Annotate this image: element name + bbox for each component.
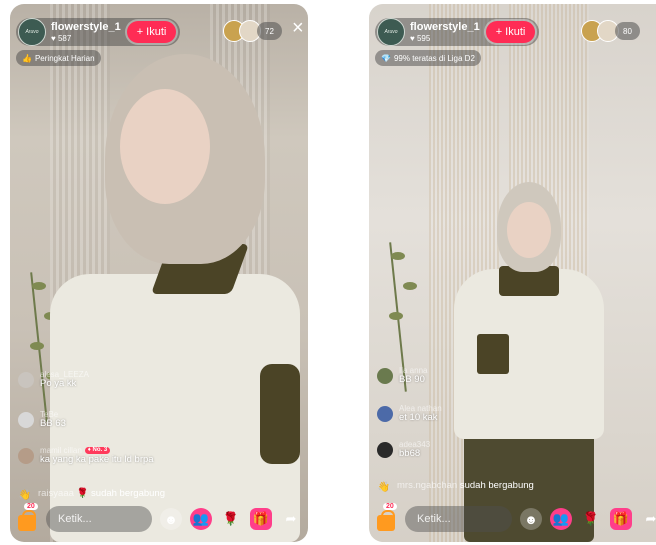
people-icon[interactable]: 👥 — [550, 508, 572, 530]
viewer-list[interactable]: 72 — [223, 20, 282, 42]
live-stream-left: Aruvo flowerstyle_1 ♥ 587 + Ikuti 👍 Peri… — [10, 4, 308, 542]
share-icon[interactable]: ➦ — [280, 508, 302, 530]
viewer-list[interactable]: 80 — [581, 20, 640, 42]
viewer-count: 72 — [257, 22, 282, 40]
diamond-icon: 💎 — [381, 53, 391, 63]
shopping-bag-icon[interactable]: 20 — [375, 503, 397, 531]
host-profile[interactable]: Aruvo flowerstyle_1 ♥ 587 + Ikuti — [16, 18, 181, 46]
chat-message: mamil cillan ♦ No. 3 ka yang ka pake itu … — [18, 446, 154, 466]
bag-count: 20 — [383, 503, 397, 510]
rank-badge: ♦ No. 3 — [84, 447, 111, 455]
follow-button[interactable]: + Ikuti — [485, 21, 536, 43]
smile-icon[interactable]: ☻ — [520, 508, 542, 530]
chat-message: adea343 bb68 — [377, 440, 430, 460]
comment-input[interactable]: Ketik... — [405, 506, 512, 532]
rose-icon[interactable]: 🌹 — [220, 508, 242, 530]
chat-message: alesa_LEEZA Po ya kk — [18, 370, 89, 390]
chat-avatar — [377, 406, 393, 422]
chat-avatar — [18, 412, 34, 428]
chat-message: Ila anna BB 90 — [377, 366, 427, 386]
host-name: flowerstyle_1 — [410, 20, 480, 33]
shopping-bag-icon[interactable]: 20 — [16, 503, 38, 531]
join-notice: 👋 mrs.ngabchan sudah bergabung — [377, 480, 534, 493]
chat-avatar — [18, 448, 34, 464]
rose-icon[interactable]: 🌹 — [580, 508, 602, 530]
host-name: flowerstyle_1 — [51, 20, 121, 33]
host-likes: ♥ 595 — [410, 33, 431, 43]
close-icon[interactable]: × — [292, 18, 304, 38]
ranking-badge[interactable]: 💎 99% teratas di Liga D2 — [375, 50, 481, 66]
smile-icon[interactable]: ☻ — [160, 508, 182, 530]
people-icon[interactable]: 👥 — [190, 508, 212, 530]
wave-icon: 👋 — [377, 481, 391, 493]
share-icon[interactable]: ➦ — [640, 508, 656, 530]
gift-icon[interactable]: 🎁 — [250, 508, 272, 530]
host-avatar[interactable]: Aruvo — [18, 18, 46, 46]
chat-message: TeBe BB 63 — [18, 410, 66, 430]
join-notice: 👋 raisyaaa 🌹 sudah bergabung — [18, 488, 165, 501]
ranking-badge[interactable]: 👍 Peringkat Harian — [16, 50, 101, 66]
bottom-bar: 20 Ketik... ☻ 👥 🌹 🎁 ➦ — [375, 503, 656, 534]
viewer-count: 80 — [615, 22, 640, 40]
chat-avatar — [18, 372, 34, 388]
chat-avatar — [377, 368, 393, 384]
gift-icon[interactable]: 🎁 — [610, 508, 632, 530]
live-stream-right: Aruvo flowerstyle_1 ♥ 595 + Ikuti 💎 99% … — [369, 4, 656, 542]
chat-avatar — [377, 442, 393, 458]
chat-message: Alea nathan et 10 kak — [377, 404, 442, 424]
host-avatar[interactable]: Aruvo — [377, 18, 405, 46]
follow-button[interactable]: + Ikuti — [126, 21, 177, 43]
thumbs-up-icon: 👍 — [22, 53, 32, 63]
host-likes: ♥ 587 — [51, 33, 72, 43]
host-profile[interactable]: Aruvo flowerstyle_1 ♥ 595 + Ikuti — [375, 18, 540, 46]
bottom-bar: 20 Ketik... ☻ 👥 🌹 🎁 ➦ — [16, 503, 302, 534]
bag-count: 20 — [24, 503, 38, 510]
wave-icon: 👋 — [18, 489, 32, 501]
comment-input[interactable]: Ketik... — [46, 506, 152, 532]
